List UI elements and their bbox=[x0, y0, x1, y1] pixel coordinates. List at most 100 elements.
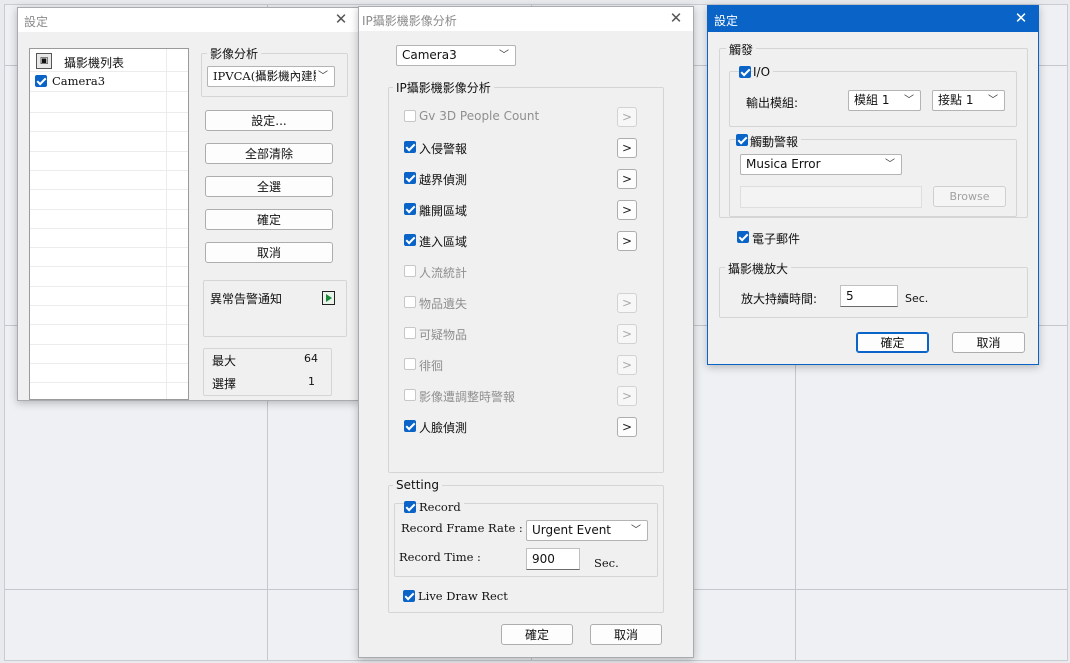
camera-group-icon: ▣ bbox=[36, 53, 52, 69]
camera-list[interactable]: ▣ 攝影機列表 Camera3 bbox=[29, 48, 189, 400]
list-row-line bbox=[30, 382, 188, 384]
video-analysis-select[interactable]: IPVCA(攝影機內建影 ﹀ bbox=[207, 66, 335, 87]
alarm-checkbox[interactable] bbox=[736, 134, 748, 146]
camera-checkbox[interactable] bbox=[35, 75, 47, 87]
analysis-item-checkbox[interactable] bbox=[404, 327, 416, 339]
count-group: 最大 64 選擇 1 bbox=[203, 348, 332, 396]
zoom-unit: Sec. bbox=[905, 292, 929, 305]
live-draw-rect-checkbox[interactable] bbox=[403, 590, 415, 602]
close-icon[interactable]: ✕ bbox=[667, 9, 685, 27]
analysis-item-checkbox[interactable] bbox=[404, 141, 416, 153]
browse-button[interactable]: Browse bbox=[933, 186, 1006, 207]
analysis-item-settings-button[interactable]: > bbox=[617, 107, 637, 127]
io-checkbox[interactable] bbox=[739, 66, 751, 78]
analysis-item-checkbox[interactable] bbox=[404, 265, 416, 277]
chevron-down-icon: ﹀ bbox=[904, 95, 914, 106]
analysis-item-label: 可疑物品 bbox=[419, 328, 468, 342]
list-row-line bbox=[30, 305, 188, 306]
list-row-line bbox=[30, 285, 188, 287]
analysis-item-checkbox[interactable] bbox=[404, 296, 416, 308]
window-title: IP攝影機影像分析 bbox=[362, 14, 457, 28]
list-item[interactable]: Camera3 bbox=[30, 71, 188, 92]
chevron-down-icon: ﹀ bbox=[499, 50, 509, 61]
chevron-down-icon: ﹀ bbox=[316, 67, 328, 86]
analysis-item-label: 徘徊 bbox=[419, 359, 444, 373]
list-row-line bbox=[30, 131, 188, 133]
analysis-item-settings-button[interactable]: > bbox=[617, 386, 637, 406]
analysis-item-label: 人流統計 bbox=[419, 266, 468, 280]
analysis-item-checkbox[interactable] bbox=[404, 203, 416, 215]
camera-list-header: ▣ 攝影機列表 bbox=[30, 51, 188, 72]
ipva-titlebar: IP攝影機影像分析 ✕ bbox=[359, 7, 693, 31]
analysis-item-checkbox[interactable] bbox=[404, 389, 416, 401]
cancel-button[interactable]: 取消 bbox=[590, 624, 662, 645]
analysis-item-checkbox[interactable] bbox=[404, 172, 416, 184]
analysis-item-settings-button[interactable]: > bbox=[617, 169, 637, 189]
trigger-titlebar: 設定 ✕ bbox=[708, 6, 1038, 32]
zoom-group-label: 攝影機放大 bbox=[725, 260, 792, 277]
list-row-line bbox=[30, 343, 188, 345]
clear-all-button[interactable]: 全部清除 bbox=[205, 143, 333, 164]
video-analysis-value: IPVCA(攝影機內建影 bbox=[213, 69, 325, 83]
output-module-label: 輸出模組: bbox=[746, 96, 799, 110]
selected-value: 1 bbox=[308, 375, 315, 388]
ipva-window: IP攝影機影像分析 ✕ Camera3 ﹀ IP攝影機影像分析 Gv 3D Pe… bbox=[358, 6, 694, 658]
list-row-line bbox=[30, 189, 188, 191]
cancel-button[interactable]: 取消 bbox=[952, 332, 1025, 353]
analysis-item-settings-button[interactable]: > bbox=[617, 138, 637, 158]
play-icon[interactable] bbox=[322, 291, 335, 305]
analysis-item-settings-button[interactable]: > bbox=[617, 231, 637, 251]
selected-label: 選擇 bbox=[212, 377, 237, 391]
list-row-line bbox=[30, 150, 188, 152]
analysis-item-checkbox[interactable] bbox=[404, 358, 416, 370]
camera-list-title: 攝影機列表 bbox=[64, 56, 125, 70]
record-time-input[interactable]: 900 bbox=[526, 548, 580, 570]
cancel-button[interactable]: 取消 bbox=[205, 242, 333, 263]
max-value: 64 bbox=[304, 352, 318, 365]
analysis-item-checkbox[interactable] bbox=[404, 420, 416, 432]
analysis-item-settings-button[interactable]: > bbox=[617, 200, 637, 220]
email-checkbox[interactable] bbox=[737, 231, 749, 243]
trigger-group-label: 觸發 bbox=[726, 41, 757, 58]
video-analysis-label: 影像分析 bbox=[207, 45, 262, 62]
sound-path-field[interactable] bbox=[740, 186, 922, 208]
chevron-down-icon: ﹀ bbox=[885, 159, 895, 170]
analysis-item-label: 進入區域 bbox=[419, 235, 468, 249]
analysis-item-label: 離開區域 bbox=[419, 204, 468, 218]
window-title: 設定 bbox=[24, 15, 49, 29]
record-frame-rate-select[interactable]: Urgent Event ﹀ bbox=[526, 520, 648, 541]
ok-button[interactable]: 確定 bbox=[856, 332, 929, 353]
analysis-item-label: 入侵警報 bbox=[419, 142, 468, 156]
contact-select[interactable]: 接點 1 ﹀ bbox=[932, 90, 1005, 111]
analysis-item-settings-button[interactable]: > bbox=[617, 293, 637, 313]
close-icon[interactable]: ✕ bbox=[1012, 9, 1030, 27]
analysis-item-settings-button[interactable]: > bbox=[617, 324, 637, 344]
analysis-item-label: 人臉偵測 bbox=[419, 421, 468, 435]
camera-select[interactable]: Camera3 ﹀ bbox=[396, 45, 516, 66]
ok-button[interactable]: 確定 bbox=[205, 209, 333, 230]
settings-titlebar: 設定 ✕ bbox=[18, 8, 358, 32]
list-row-line bbox=[30, 227, 188, 229]
analysis-item-settings-button[interactable]: > bbox=[617, 355, 637, 375]
zoom-duration-input[interactable]: 5 bbox=[840, 285, 898, 307]
abnormal-alert-group: 異常告警通知 bbox=[203, 280, 347, 337]
analysis-item-settings-button[interactable]: > bbox=[617, 417, 637, 437]
analysis-item-checkbox[interactable] bbox=[404, 110, 416, 122]
module-select[interactable]: 模組 1 ﹀ bbox=[848, 90, 921, 111]
email-label: 電子郵件 bbox=[752, 232, 801, 246]
list-row-line bbox=[30, 208, 188, 210]
close-icon[interactable]: ✕ bbox=[332, 10, 350, 28]
record-checkbox[interactable] bbox=[404, 501, 416, 513]
select-all-button[interactable]: 全選 bbox=[205, 176, 333, 197]
list-row-line bbox=[30, 324, 188, 326]
analysis-item-label: 影像遭調整時警報 bbox=[419, 390, 516, 404]
analysis-item-label: 越界偵測 bbox=[419, 173, 468, 187]
chevron-down-icon: ﹀ bbox=[988, 95, 998, 106]
setup-button[interactable]: 設定... bbox=[205, 110, 333, 131]
alarm-sound-select[interactable]: Musica Error ﹀ bbox=[740, 154, 902, 175]
contact-value: 接點 1 bbox=[938, 93, 974, 107]
analysis-item-label: 物品遺失 bbox=[419, 297, 468, 311]
analysis-item-checkbox[interactable] bbox=[404, 234, 416, 246]
ok-button[interactable]: 確定 bbox=[501, 624, 573, 645]
abnormal-alert-label: 異常告警通知 bbox=[210, 292, 283, 306]
